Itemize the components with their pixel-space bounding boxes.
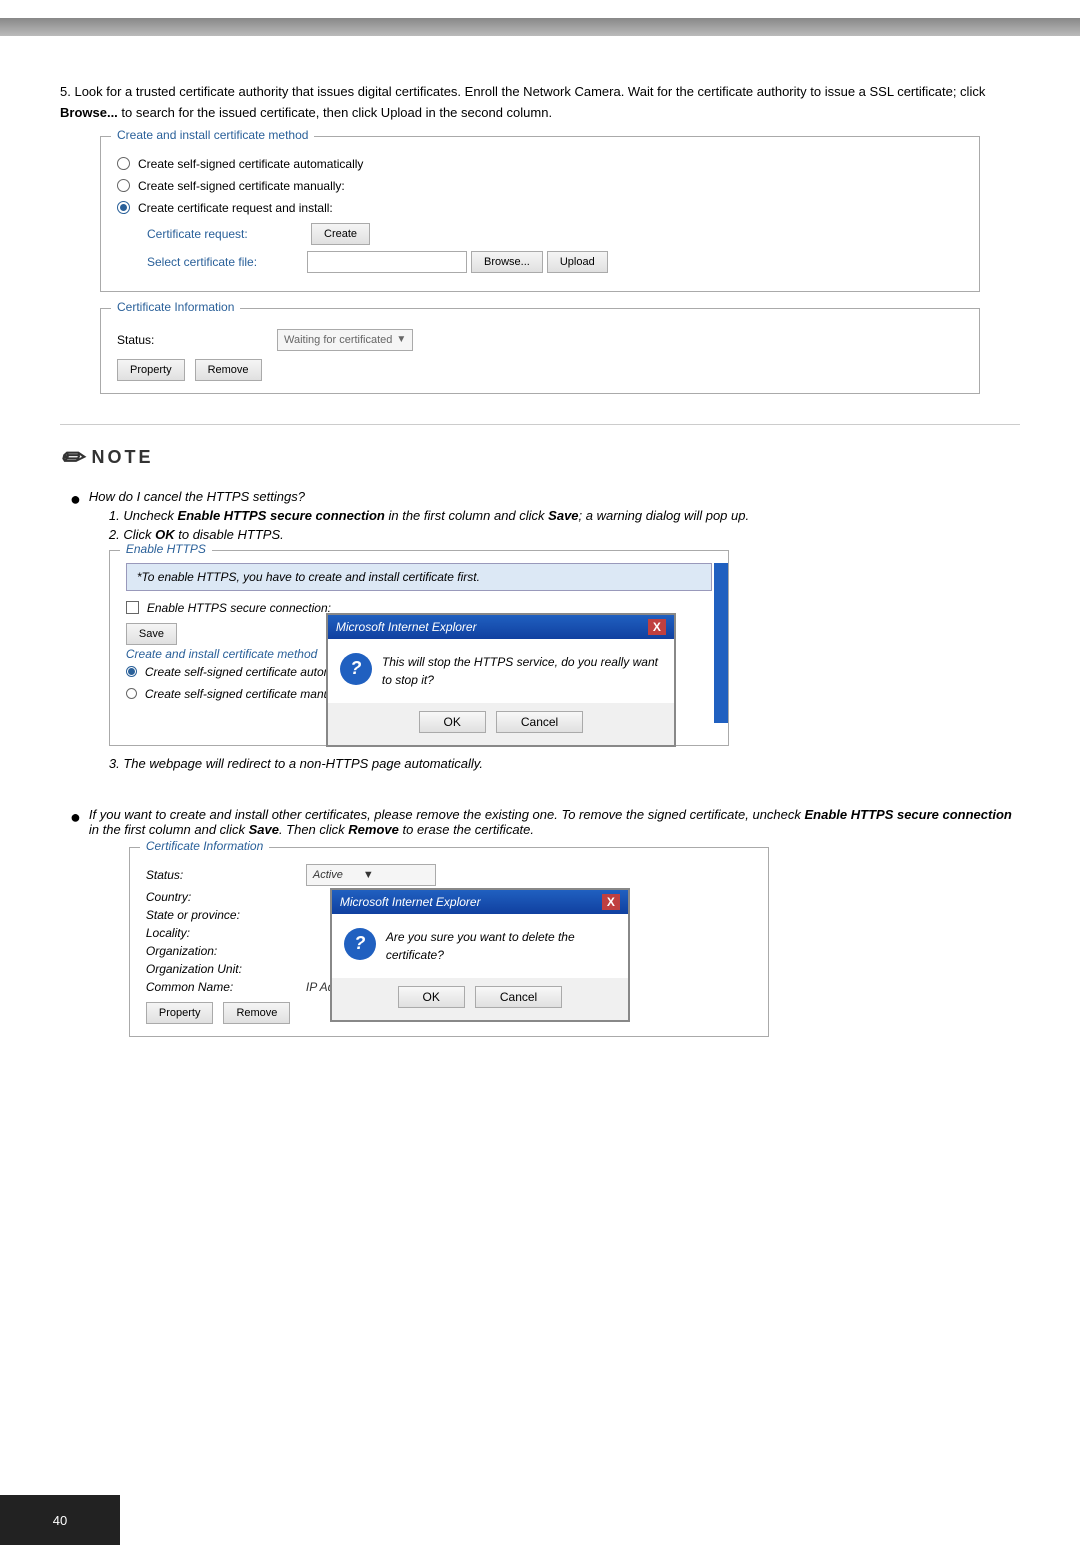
note-content: ● How do I cancel the HTTPS settings? 1.… <box>70 489 1020 1047</box>
dialog-1-buttons: OK Cancel <box>328 703 674 745</box>
locality-label: Locality: <box>146 926 306 940</box>
dialog-box-1: Microsoft Internet Explorer X ? This wil… <box>326 613 676 747</box>
cert-method-mini-title: Create and install certificate method <box>126 647 317 661</box>
state-label: State or province: <box>146 908 306 922</box>
https-panel-title: Enable HTTPS <box>120 542 212 556</box>
bullet-2: ● If you want to create and install othe… <box>70 807 1020 1047</box>
save-btn-area: Save <box>126 623 177 645</box>
create-install-panel: Create and install certificate method Cr… <box>100 136 980 292</box>
status-label-1: Status: <box>117 333 277 347</box>
common-name-label: Common Name: <box>146 980 306 994</box>
bullet-text-1: How do I cancel the HTTPS settings? 1. U… <box>89 489 1020 791</box>
dialog-2-cancel-btn[interactable]: Cancel <box>475 986 562 1008</box>
step3-text: 3. The webpage will redirect to a non-HT… <box>109 756 1000 771</box>
dialog-2-buttons: OK Cancel <box>332 978 628 1020</box>
country-label: Country: <box>146 890 306 904</box>
cert-button-row-1: Property Remove <box>117 359 963 381</box>
cert-info-panel-2: Certificate Information Status: Active ▼ <box>129 847 769 1037</box>
dialog-1-ok-btn[interactable]: OK <box>419 711 486 733</box>
status-row-2: Status: Active ▼ <box>146 864 752 886</box>
https-info-bar: *To enable HTTPS, you have to create and… <box>126 563 712 591</box>
create-button[interactable]: Create <box>311 223 370 245</box>
page-number: 40 <box>53 1513 67 1528</box>
radio-option-manual[interactable]: Create self-signed certificate manually: <box>117 179 963 193</box>
status-dropdown-1[interactable]: Waiting for certificated ▼ <box>277 329 413 351</box>
radio-option-request[interactable]: Create certificate request and install: <box>117 201 963 215</box>
https-panel: Enable HTTPS *To enable HTTPS, you have … <box>109 550 729 746</box>
property-button-2[interactable]: Property <box>146 1002 214 1024</box>
dialog-2-ok-btn[interactable]: OK <box>398 986 465 1008</box>
select-cert-row: Select certificate file: Browse... Uploa… <box>147 251 963 273</box>
status-label-2: Status: <box>146 868 306 882</box>
radio-request-circle[interactable] <box>117 201 130 214</box>
radio-auto-mini-circle[interactable] <box>126 666 137 677</box>
bullet-1: ● How do I cancel the HTTPS settings? 1.… <box>70 489 1020 791</box>
radio-manual-circle[interactable] <box>117 179 130 192</box>
select-cert-label: Select certificate file: <box>147 255 307 269</box>
org-unit-label: Organization Unit: <box>146 962 306 976</box>
status-row-1: Status: Waiting for certificated ▼ <box>117 329 963 351</box>
note-section: ✏ NOTE ● How do I cancel the HTTPS setti… <box>60 424 1020 1047</box>
dialog1-area: Save Create and install certificate meth… <box>126 623 712 733</box>
bullet-text-2: If you want to create and install other … <box>89 807 1020 1047</box>
dialog-1-close-btn[interactable]: X <box>648 619 666 635</box>
dialog-1-icon: ? <box>340 653 372 685</box>
note-header: ✏ NOTE <box>60 441 1020 475</box>
browse-button[interactable]: Browse... <box>471 251 543 273</box>
remove-button-1[interactable]: Remove <box>195 359 262 381</box>
https-checkbox[interactable] <box>126 601 139 614</box>
cert-info-panel-1: Certificate Information Status: Waiting … <box>100 308 980 394</box>
cert-request-row: Certificate request: Create <box>147 223 963 245</box>
status-dropdown-arrow-1: ▼ <box>396 334 406 345</box>
dialog-1-titlebar: Microsoft Internet Explorer X <box>328 615 674 639</box>
sub-list-1: 1. Uncheck Enable HTTPS secure connectio… <box>109 508 1020 542</box>
radio-option-auto[interactable]: Create self-signed certificate automatic… <box>117 157 963 171</box>
sub-item-1-1: 1. Uncheck Enable HTTPS secure connectio… <box>109 508 1020 523</box>
cert-request-label: Certificate request: <box>147 227 307 241</box>
remove-button-2[interactable]: Remove <box>223 1002 290 1024</box>
dialog-2-text: Are you sure you want to delete the cert… <box>386 928 616 964</box>
upload-button[interactable]: Upload <box>547 251 608 273</box>
step5-text: 5. Look for a trusted certificate author… <box>60 82 1020 124</box>
dialog-2-icon: ? <box>344 928 376 960</box>
cert-info-panel-1-title: Certificate Information <box>111 300 240 314</box>
dialog-2-body: ? Are you sure you want to delete the ce… <box>332 914 628 978</box>
scroll-indicator-1[interactable] <box>714 563 728 723</box>
radio-manual-mini-circle[interactable] <box>126 688 137 699</box>
dialog-2-close-btn[interactable]: X <box>602 894 620 910</box>
property-button-1[interactable]: Property <box>117 359 185 381</box>
status-dropdown-arrow-2: ▼ <box>363 869 374 881</box>
status-dropdown-2[interactable]: Active ▼ <box>306 864 436 886</box>
org-label: Organization: <box>146 944 306 958</box>
dialog-2-titlebar: Microsoft Internet Explorer X <box>332 890 628 914</box>
note-icon: ✏ <box>60 441 83 475</box>
cert-info-wrapper-2: Certificate Information Status: Active ▼ <box>89 847 729 1037</box>
save-button[interactable]: Save <box>126 623 177 645</box>
dialog-1-body: ? This will stop the HTTPS service, do y… <box>328 639 674 703</box>
bottom-bar: 40 <box>0 1495 120 1545</box>
top-bar <box>0 18 1080 36</box>
dialog-box-2: Microsoft Internet Explorer X ? Are you … <box>330 888 630 1022</box>
note-title: NOTE <box>91 447 153 468</box>
bullet-dot-1: ● <box>70 489 81 791</box>
dialog-1-text: This will stop the HTTPS service, do you… <box>382 653 662 689</box>
cert-file-input[interactable] <box>307 251 467 273</box>
create-install-panel-title: Create and install certificate method <box>111 128 314 142</box>
bullet-dot-2: ● <box>70 807 81 1047</box>
sub-item-1-2: 2. Click OK to disable HTTPS. <box>109 527 1020 542</box>
cert-info-panel-2-title: Certificate Information <box>140 839 269 853</box>
dialog-1-cancel-btn[interactable]: Cancel <box>496 711 583 733</box>
radio-auto-circle[interactable] <box>117 157 130 170</box>
